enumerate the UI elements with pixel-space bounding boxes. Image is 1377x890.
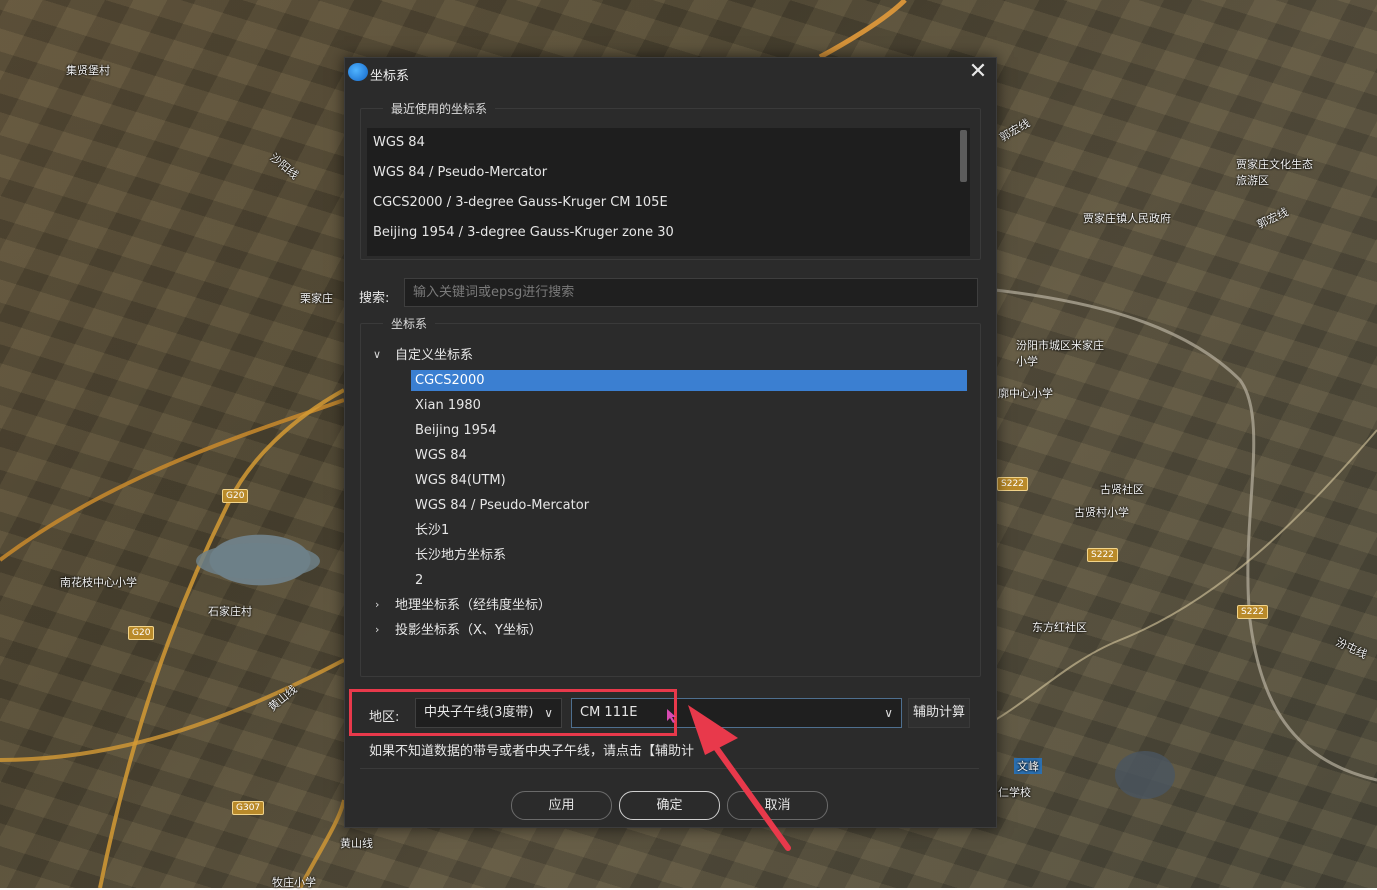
- map-label: 贾家庄文化生态旅游区: [1236, 158, 1313, 187]
- chevron-right-icon[interactable]: ›: [375, 599, 387, 611]
- map-label: 黄山线: [340, 837, 373, 850]
- map-label: 石家庄村: [208, 605, 252, 618]
- map-label: 文峰: [1014, 758, 1042, 774]
- map-label: 集贤堡村: [66, 64, 110, 77]
- map-label: 栗家庄: [300, 292, 333, 305]
- app-logo-icon: [348, 63, 368, 81]
- search-input[interactable]: [404, 278, 978, 307]
- chevron-right-icon[interactable]: ›: [375, 624, 387, 636]
- road-shield: G20: [222, 489, 249, 503]
- hint-text: 如果不知道数据的带号或者中央子午线，请点击【辅助计: [369, 744, 695, 759]
- road-shield: S222: [997, 477, 1028, 491]
- dialog-title: 坐标系: [370, 69, 410, 84]
- footer-divider: [360, 768, 979, 769]
- tree-leaf-crs[interactable]: WGS 84 / Pseudo-Mercator: [411, 495, 967, 516]
- chevron-down-icon: ∨: [884, 706, 893, 720]
- road-shield: G307: [232, 801, 265, 815]
- recent-list-scrollbar[interactable]: [960, 130, 967, 182]
- tree-leaf-crs[interactable]: 长沙地方坐标系: [411, 545, 967, 566]
- map-label: 古贤社区: [1100, 483, 1144, 496]
- tree-node-label: 地理坐标系（经纬度坐标）: [395, 598, 552, 613]
- recent-crs-item[interactable]: CGCS2000 / 3-degree Gauss-Kruger CM 105E: [367, 188, 970, 218]
- tree-leaf-crs[interactable]: WGS 84(UTM): [411, 470, 967, 491]
- recent-crs-legend: 最近使用的坐标系: [391, 102, 488, 116]
- tree-node-label: 投影坐标系（X、Y坐标）: [395, 623, 542, 638]
- recent-crs-item[interactable]: WGS 84: [367, 128, 970, 158]
- chevron-down-icon[interactable]: ∨: [373, 349, 385, 361]
- road-shield: S222: [1237, 605, 1268, 619]
- tree-leaf-crs[interactable]: CGCS2000: [411, 370, 967, 391]
- tree-leaf-crs[interactable]: WGS 84: [411, 445, 967, 466]
- map-label: 汾阳市城区米家庄小学: [1016, 339, 1104, 368]
- close-icon[interactable]: ✕: [966, 61, 990, 85]
- cancel-button[interactable]: 取消: [727, 791, 828, 820]
- tree-leaf-crs[interactable]: Xian 1980: [411, 395, 967, 416]
- dialog-titlebar[interactable]: 坐标系 ✕: [345, 58, 996, 88]
- tree-leaf-crs[interactable]: 2: [411, 570, 967, 591]
- ok-button[interactable]: 确定: [619, 791, 720, 820]
- crs-tree-legend: 坐标系: [391, 317, 428, 331]
- map-label: 南花枝中心小学: [60, 576, 137, 589]
- road-shield: G20: [128, 626, 155, 640]
- recent-crs-item[interactable]: Beijing 1954 / 3-degree Gauss-Kruger zon…: [367, 218, 970, 248]
- assist-calc-button[interactable]: 辅助计算: [908, 698, 970, 728]
- map-label: 仁学校: [998, 786, 1031, 799]
- tree-node-custom-crs[interactable]: ∨ 自定义坐标系: [373, 345, 773, 366]
- tree-node-label: 自定义坐标系: [395, 348, 474, 363]
- tree-leaf-crs[interactable]: 长沙1: [411, 520, 967, 541]
- recent-crs-item[interactable]: WGS 84 / Pseudo-Mercator: [367, 158, 970, 188]
- search-label: 搜索:: [359, 291, 390, 306]
- apply-button[interactable]: 应用: [511, 791, 612, 820]
- tree-node-geographic-crs[interactable]: › 地理坐标系（经纬度坐标）: [373, 595, 773, 616]
- recent-crs-list[interactable]: WGS 84 WGS 84 / Pseudo-Mercator CGCS2000…: [367, 128, 970, 256]
- map-label: 廓中心小学: [998, 387, 1053, 400]
- road-shield: S222: [1087, 548, 1118, 562]
- tree-leaf-crs[interactable]: Beijing 1954: [411, 420, 967, 441]
- coordinate-system-dialog: 坐标系 ✕ 最近使用的坐标系 WGS 84 WGS 84 / Pseudo-Me…: [344, 57, 997, 828]
- tree-node-projected-crs[interactable]: › 投影坐标系（X、Y坐标）: [373, 620, 773, 641]
- map-label: 贾家庄镇人民政府: [1083, 212, 1171, 225]
- map-label: 古贤村小学: [1074, 506, 1129, 519]
- map-label: 东方红社区: [1032, 621, 1087, 634]
- annotation-highlight-box: [349, 689, 677, 736]
